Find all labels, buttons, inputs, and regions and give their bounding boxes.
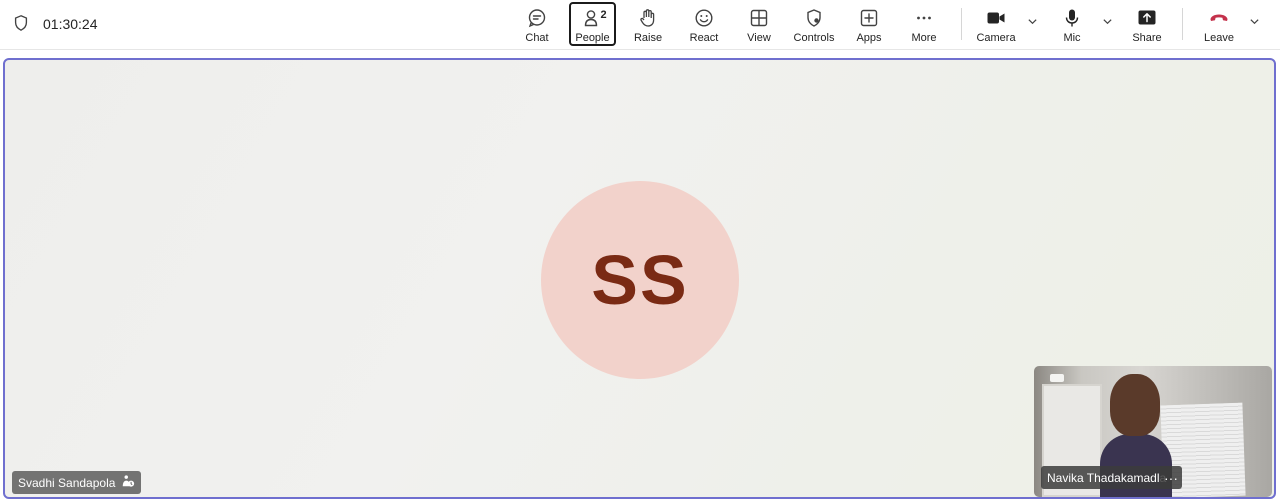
participant-avatar: SS (541, 181, 739, 379)
chevron-down-icon (1027, 14, 1038, 32)
timer-text: 01:30:24 (43, 16, 98, 32)
chat-button[interactable]: Chat (511, 2, 563, 46)
phone-hangup-icon (1208, 7, 1230, 29)
controls-button[interactable]: Controls (788, 2, 840, 46)
share-button[interactable]: Share (1121, 2, 1173, 46)
ellipsis-icon (913, 7, 935, 29)
shield-gear-icon (803, 7, 825, 29)
share-label: Share (1132, 32, 1162, 44)
leave-label: Leave (1204, 32, 1234, 44)
mic-options-chevron[interactable] (1100, 16, 1114, 30)
apps-label: Apps (856, 32, 882, 44)
chat-bubble-icon (526, 7, 548, 29)
share-screen-icon (1136, 7, 1158, 29)
hand-status-icon (121, 474, 135, 491)
camera-label: Camera (976, 32, 1016, 44)
self-view-background (1050, 374, 1064, 382)
people-count-badge: 2 (600, 9, 607, 21)
toolbar-divider (1182, 8, 1183, 40)
self-view-more-button[interactable]: ··· (1160, 466, 1182, 489)
camera-options-chevron[interactable] (1025, 16, 1039, 30)
more-label: More (911, 32, 937, 44)
controls-label: Controls (793, 32, 835, 44)
self-view-video[interactable]: Navika Thadakamadla ··· (1034, 366, 1272, 497)
meeting-toolbar: 01:30:24 Chat 2 People Raise React View (0, 0, 1280, 50)
people-icon: 2 (582, 7, 607, 29)
chevron-down-icon (1102, 14, 1113, 32)
view-label: View (747, 32, 771, 44)
meeting-timer: 01:30:24 (12, 14, 98, 34)
people-button[interactable]: 2 People (569, 2, 616, 46)
react-button[interactable]: React (678, 2, 730, 46)
self-view-name: Navika Thadakamadla (1047, 470, 1167, 485)
chat-label: Chat (525, 32, 549, 44)
more-button[interactable]: More (898, 2, 950, 46)
chevron-down-icon (1249, 14, 1260, 32)
shield-icon (12, 14, 30, 35)
mic-label: Mic (1063, 32, 1081, 44)
apps-button[interactable]: Apps (843, 2, 895, 46)
leave-options-chevron[interactable] (1247, 16, 1261, 30)
self-view-name-tag: Navika Thadakamadla (1041, 466, 1173, 489)
avatar-initials: SS (591, 241, 689, 319)
main-video-stage[interactable]: SS Svadhi Sandapola Navika Thadakamadla … (3, 58, 1276, 499)
smiley-icon (693, 7, 715, 29)
participant-name-tag: Svadhi Sandapola (12, 471, 142, 494)
raise-hand-icon (637, 7, 659, 29)
leave-button[interactable]: Leave (1193, 2, 1245, 46)
raise-hand-button[interactable]: Raise (622, 2, 674, 46)
video-camera-icon (985, 7, 1007, 29)
toolbar-divider (961, 8, 962, 40)
react-label: React (689, 32, 719, 44)
self-view-person (1110, 374, 1160, 436)
view-button[interactable]: View (733, 2, 785, 46)
plus-square-icon (858, 7, 880, 29)
participant-name: Svadhi Sandapola (18, 475, 116, 490)
mic-button[interactable]: Mic (1046, 2, 1098, 46)
raise-label: Raise (633, 32, 663, 44)
camera-button[interactable]: Camera (970, 2, 1022, 46)
grid-view-icon (748, 7, 770, 29)
microphone-icon (1061, 7, 1083, 29)
people-label: People (575, 32, 610, 44)
